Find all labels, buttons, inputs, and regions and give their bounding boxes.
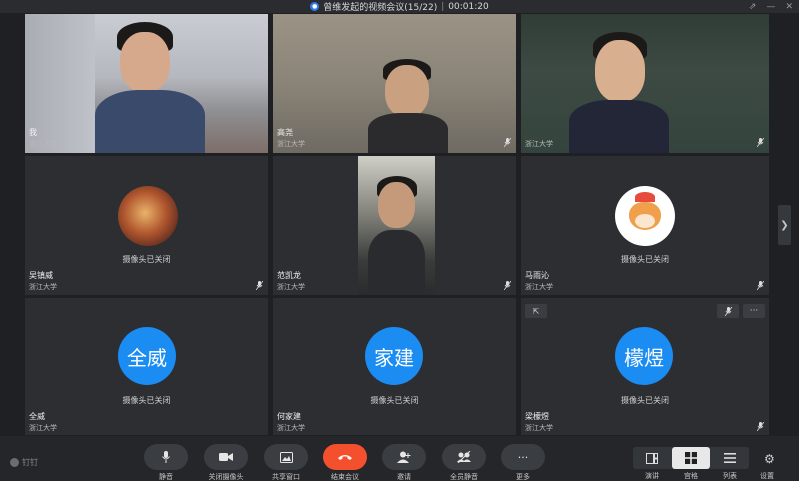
- list-view-label: 列表: [723, 472, 737, 480]
- mute-button[interactable]: [144, 444, 188, 470]
- title-bar: ● 曾维发起的视频会议(15/22) | 00:01:20 ⇗ — ✕: [0, 0, 799, 13]
- grid-view-icon: [685, 452, 697, 464]
- participant-name: 我: [29, 128, 37, 137]
- mic-muted-icon: [504, 281, 511, 290]
- participant-name: 范凯龙: [277, 271, 301, 280]
- minimize-icon[interactable]: —: [766, 2, 775, 12]
- participant-org: 浙江大学: [525, 140, 553, 148]
- participant-avatar: 檬煜: [615, 327, 673, 385]
- camera-button[interactable]: [204, 444, 248, 470]
- settings-label: 设置: [760, 472, 774, 480]
- speaker-view-label: 演讲: [645, 472, 659, 480]
- close-icon[interactable]: ✕: [785, 2, 793, 12]
- share-window-button[interactable]: [264, 444, 308, 470]
- participant-tile[interactable]: ⇱ ··· 檬煜 摄像头已关闭 梁檬煜 浙江大学: [521, 298, 769, 435]
- camera-off-label: 摄像头已关闭: [122, 396, 171, 405]
- camera-off-label: 摄像头已关闭: [122, 255, 171, 264]
- participant-org: 浙江大学: [525, 424, 553, 432]
- gear-icon[interactable]: ⚙: [764, 452, 775, 466]
- more-label: 更多: [516, 473, 530, 481]
- mute-all-label: 全员静音: [450, 473, 478, 481]
- tile-tools: ···: [717, 304, 765, 318]
- mic-muted-icon: [757, 422, 764, 431]
- share-window-icon: [279, 451, 293, 463]
- grid-view-label: 宫格: [684, 472, 698, 480]
- participant-org: 浙江大学: [29, 283, 57, 291]
- invite-label: 邀请: [397, 473, 411, 481]
- dingtalk-logo-icon: [10, 458, 19, 467]
- participant-avatar: [118, 186, 178, 246]
- invite-button[interactable]: [382, 444, 426, 470]
- participant-org: 浙江大学: [29, 424, 57, 432]
- mute-label: 静音: [159, 473, 173, 481]
- speaker-view-button[interactable]: [633, 447, 671, 469]
- mute-all-button[interactable]: [442, 444, 486, 470]
- camera-label: 关闭摄像头: [208, 473, 244, 481]
- mic-muted-icon: [256, 281, 263, 290]
- participant-org: 浙江大学: [277, 283, 305, 291]
- brand-logo: 钉钉: [10, 457, 38, 468]
- camera-off-label: 摄像头已关闭: [370, 396, 419, 405]
- mute-all-icon: [457, 451, 471, 463]
- participant-tile[interactable]: 高尧 浙江大学: [273, 14, 516, 153]
- microphone-icon: [162, 451, 170, 463]
- brand-name: 钉钉: [22, 458, 38, 467]
- participant-name: 吴镇威: [29, 271, 53, 280]
- hangup-icon: [338, 455, 352, 460]
- participant-video: [368, 59, 448, 153]
- more-button[interactable]: ···: [501, 444, 545, 470]
- participant-avatar: [615, 186, 675, 246]
- mic-muted-icon: [757, 281, 764, 290]
- participant-name: 梁檬煜: [525, 412, 549, 421]
- next-page-chevron-icon[interactable]: ❯: [778, 205, 791, 245]
- window-controls: ⇗ — ✕: [749, 0, 793, 13]
- meeting-toolbar: 钉钉 静音 关闭摄像头 共享窗口 结束会议 邀请 全员静音 ··· 更多 演讲: [0, 436, 799, 481]
- tile-more-button[interactable]: ···: [743, 304, 765, 318]
- more-icon: ···: [517, 450, 529, 464]
- participant-tile[interactable]: 摄像头已关闭 马雨沁 浙江大学: [521, 156, 769, 295]
- video-grid: 我 浙江大学 高尧 浙江大学 浙江大学 摄像头已关闭 吴镇威 浙江大学 范凯龙 …: [25, 14, 769, 435]
- participant-tile[interactable]: 浙江大学: [521, 14, 769, 153]
- participant-video: [569, 32, 669, 153]
- participant-org: 浙江大学: [525, 283, 553, 291]
- camera-icon: [219, 453, 233, 461]
- participant-org: 浙江大学: [277, 140, 305, 148]
- participant-tile[interactable]: 家建 摄像头已关闭 何家建 浙江大学: [273, 298, 516, 435]
- meeting-title: 曾维发起的视频会议(15/22): [323, 3, 438, 13]
- share-window-label: 共享窗口: [272, 473, 300, 481]
- participant-video: [95, 22, 205, 153]
- participant-name: 全威: [29, 412, 45, 421]
- participant-tile[interactable]: 我 浙江大学: [25, 14, 268, 153]
- mic-icon[interactable]: [717, 304, 739, 318]
- mic-muted-icon: [757, 138, 764, 147]
- camera-off-label: 摄像头已关闭: [621, 255, 669, 264]
- participant-org: 浙江大学: [29, 140, 57, 148]
- participant-tile[interactable]: 摄像头已关闭 吴镇威 浙江大学: [25, 156, 268, 295]
- invite-icon: [397, 451, 411, 463]
- mic-muted-icon: [504, 138, 511, 147]
- view-switcher: [633, 447, 749, 469]
- participant-avatar: 家建: [365, 327, 423, 385]
- speaker-view-icon: [646, 452, 658, 464]
- end-meeting-button[interactable]: [323, 444, 367, 470]
- list-view-button[interactable]: [711, 447, 749, 469]
- camera-off-label: 摄像头已关闭: [621, 396, 669, 405]
- popout-icon[interactable]: ⇗: [749, 2, 757, 12]
- expand-icon[interactable]: ⇱: [525, 304, 547, 318]
- lock-icon: ●: [310, 2, 320, 11]
- participant-name: 何家建: [277, 412, 301, 421]
- grid-view-button[interactable]: [672, 447, 710, 469]
- participant-tile[interactable]: 范凯龙 浙江大学: [273, 156, 516, 295]
- end-meeting-label: 结束会议: [331, 473, 359, 481]
- title-separator: |: [441, 1, 445, 12]
- participant-tile[interactable]: 全威 摄像头已关闭 全威 浙江大学: [25, 298, 268, 435]
- list-view-icon: [724, 453, 736, 463]
- participant-name: 马雨沁: [525, 271, 549, 280]
- participant-name: 高尧: [277, 128, 293, 137]
- participant-org: 浙江大学: [277, 424, 305, 432]
- participant-video: [358, 156, 435, 295]
- meeting-timer: 00:01:20: [448, 1, 489, 12]
- participant-avatar: 全威: [118, 327, 176, 385]
